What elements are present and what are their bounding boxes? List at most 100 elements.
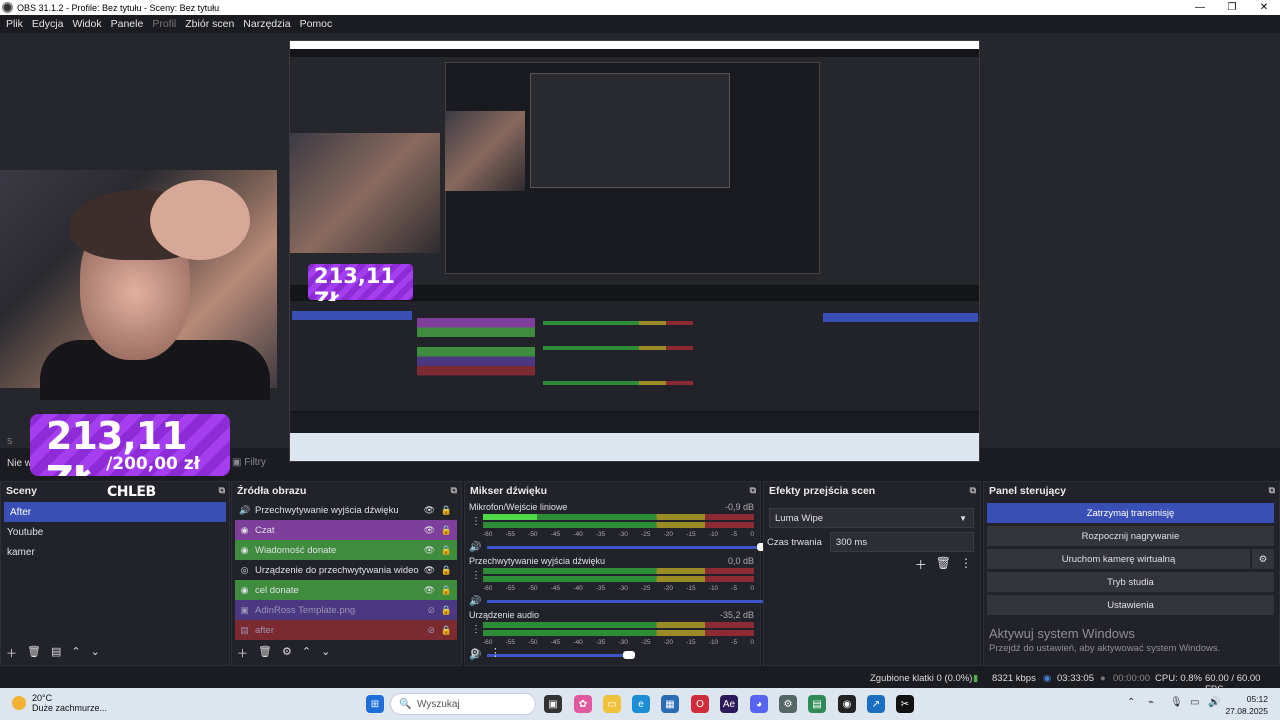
gear-icon[interactable]: ⚙ bbox=[1252, 549, 1274, 569]
obs-icon[interactable]: ◉ bbox=[838, 695, 856, 713]
undock-icon[interactable]: ⧉ bbox=[451, 485, 457, 496]
source-item[interactable]: ◉ Wiadomość donate 👁 🔒 bbox=[235, 540, 457, 560]
menu-narzedzia[interactable]: Narzędzia bbox=[243, 18, 290, 30]
network-icon[interactable]: ⌁ bbox=[1148, 697, 1154, 708]
start-icon[interactable]: ⊞ bbox=[366, 695, 384, 713]
remove-scene-icon[interactable]: 🗑 bbox=[27, 645, 41, 661]
maximize-button[interactable]: ❐ bbox=[1216, 2, 1248, 13]
capcut-icon[interactable]: ✂ bbox=[896, 695, 914, 713]
eye-hidden-icon[interactable]: ⊘ bbox=[427, 605, 435, 616]
lock-icon[interactable]: 🔒 bbox=[441, 625, 452, 636]
eye-icon[interactable]: 👁 bbox=[424, 505, 435, 516]
source-item[interactable]: ◎ Urządzenie do przechwytywania wideo 👁 🔒 bbox=[235, 560, 457, 580]
add-scene-icon[interactable]: ＋ bbox=[6, 645, 17, 661]
minimize-button[interactable]: — bbox=[1184, 2, 1216, 13]
scene-filters-icon[interactable]: ▤ bbox=[51, 645, 61, 661]
volume-slider[interactable] bbox=[487, 650, 635, 659]
move-down-icon[interactable]: ⌄ bbox=[91, 645, 100, 661]
source-item[interactable]: ▤ after ⊘ 🔒 bbox=[235, 620, 457, 640]
undock-icon[interactable]: ⧉ bbox=[970, 485, 976, 496]
eye-icon[interactable]: 👁 bbox=[424, 565, 435, 576]
transition-select[interactable]: Luma Wipe ▼ bbox=[769, 508, 974, 528]
store-icon[interactable]: ▦ bbox=[661, 695, 679, 713]
unlock-icon[interactable]: 🔒 bbox=[441, 525, 452, 536]
volume-icon[interactable]: 🔊 bbox=[1208, 697, 1220, 708]
lock-icon[interactable]: 🔒 bbox=[441, 585, 452, 596]
speaker-icon[interactable]: 🔊 bbox=[469, 542, 481, 553]
scenes-dock: Sceny ⧉ CHLEB After Youtube kamer ＋ 🗑 ▤ ⌃… bbox=[0, 481, 230, 666]
app-icon[interactable]: ↗ bbox=[867, 695, 885, 713]
clock[interactable]: 05:12 27.08.2025 bbox=[1225, 693, 1268, 717]
menu-edycja[interactable]: Edycja bbox=[32, 18, 64, 30]
menu-plik[interactable]: Plik bbox=[6, 18, 23, 30]
tray-chevron-icon[interactable]: ⌃ bbox=[1127, 697, 1135, 708]
virtual-camera-button[interactable]: Uruchom kamerę wirtualną bbox=[987, 549, 1250, 569]
weather-widget[interactable]: 20°C Duże zachmurze... bbox=[12, 693, 107, 713]
copilot-icon[interactable]: ✿ bbox=[574, 695, 592, 713]
lock-icon[interactable]: 🔒 bbox=[441, 605, 452, 616]
source-item[interactable]: ▣ AdinRoss Template.png ⊘ 🔒 bbox=[235, 600, 457, 620]
unlock-icon[interactable]: 🔒 bbox=[441, 565, 452, 576]
menu-pomoc[interactable]: Pomoc bbox=[300, 18, 333, 30]
menu-widok[interactable]: Widok bbox=[72, 18, 101, 30]
undock-icon[interactable]: ⧉ bbox=[1269, 485, 1275, 496]
scene-item-youtube[interactable]: Youtube bbox=[1, 522, 229, 542]
add-transition-icon[interactable]: ＋ bbox=[915, 556, 927, 573]
source-item[interactable]: 🔊 Przechwytywanie wyjścia dźwięku 👁 🔒 bbox=[235, 500, 457, 520]
channel-menu-icon[interactable]: ⋮ bbox=[471, 570, 481, 581]
move-down-icon[interactable]: ⌄ bbox=[321, 645, 330, 661]
duration-input[interactable]: 300 ms bbox=[829, 532, 974, 552]
eye-icon[interactable]: 👁 bbox=[424, 585, 435, 596]
mixer-dock: Mikser dźwięku ⧉ Mikrofon/Wejście liniowe… bbox=[464, 481, 778, 666]
volume-knob[interactable] bbox=[622, 650, 635, 659]
source-item[interactable]: ◉ Czat 👁 🔒 bbox=[235, 520, 457, 540]
move-up-icon[interactable]: ⌃ bbox=[71, 645, 80, 661]
task-view-icon[interactable]: ▣ bbox=[544, 695, 562, 713]
eye-icon[interactable]: 👁 bbox=[424, 525, 435, 536]
eye-icon[interactable]: 👁 bbox=[424, 545, 435, 556]
settings-icon[interactable]: ⚙ bbox=[779, 695, 797, 713]
mixer-channel: Przechwytywanie wyjścia dźwięku 0,0 dB ⋮ -6… bbox=[469, 554, 778, 608]
edge-icon[interactable]: e bbox=[632, 695, 650, 713]
volume-slider[interactable] bbox=[487, 542, 769, 551]
mixer-channel: Urządzenie audio -35,2 dB ⋮ -60 -55 -50 -45 -40… bbox=[469, 608, 754, 662]
remove-source-icon[interactable]: 🗑 bbox=[258, 645, 272, 661]
stop-stream-button[interactable]: Zatrzymaj transmisję bbox=[987, 503, 1274, 523]
filters-button[interactable]: ▣ Filtry bbox=[232, 457, 266, 468]
move-up-icon[interactable]: ⌃ bbox=[302, 645, 311, 661]
notes-icon[interactable]: ▤ bbox=[808, 695, 826, 713]
opera-icon[interactable]: O bbox=[691, 695, 709, 713]
source-item[interactable]: ◉ cel donate 👁 🔒 bbox=[235, 580, 457, 600]
scene-item-kamer[interactable]: kamer bbox=[1, 542, 229, 562]
speaker-icon[interactable]: 🔊 bbox=[469, 596, 481, 607]
source-properties-icon[interactable]: ⚙ bbox=[282, 645, 292, 661]
file-explorer-icon[interactable]: ▭ bbox=[603, 695, 621, 713]
eye-hidden-icon[interactable]: ⊘ bbox=[427, 625, 435, 636]
record-time: 00:00:00 bbox=[1113, 673, 1150, 684]
transition-menu-icon[interactable]: ⋮ bbox=[960, 556, 972, 573]
channel-menu-icon[interactable]: ⋮ bbox=[471, 516, 481, 527]
close-button[interactable]: ✕ bbox=[1248, 2, 1280, 13]
display-icon[interactable]: ▭ bbox=[1190, 697, 1199, 708]
remove-transition-icon[interactable]: 🗑 bbox=[936, 556, 951, 573]
add-source-icon[interactable]: ＋ bbox=[237, 645, 248, 661]
discord-icon[interactable]: ◕ bbox=[750, 695, 768, 713]
studio-mode-button[interactable]: Tryb studia bbox=[987, 572, 1274, 592]
advanced-audio-icon[interactable]: ⚙ bbox=[470, 646, 480, 659]
mixer-menu-icon[interactable]: ⋮ bbox=[490, 646, 501, 659]
menu-profil[interactable]: Profil bbox=[152, 18, 176, 30]
menu-zbior-scen[interactable]: Zbiór scen bbox=[185, 18, 234, 30]
unlock-icon[interactable]: 🔒 bbox=[441, 505, 452, 516]
start-recording-button[interactable]: Rozpocznij nagrywanie bbox=[987, 526, 1274, 546]
scene-item-after[interactable]: After bbox=[4, 502, 226, 522]
undock-icon[interactable]: ⧉ bbox=[219, 485, 225, 496]
menu-panele[interactable]: Panele bbox=[111, 18, 144, 30]
settings-button[interactable]: Ustawienia bbox=[987, 595, 1274, 615]
search-box[interactable]: 🔍 Wyszukaj bbox=[390, 693, 536, 715]
after-effects-icon[interactable]: Ae bbox=[720, 695, 738, 713]
microphone-icon[interactable]: 🎙 bbox=[1170, 697, 1183, 708]
lock-icon[interactable]: 🔒 bbox=[441, 545, 452, 556]
channel-menu-icon[interactable]: ⋮ bbox=[471, 624, 481, 635]
volume-slider[interactable] bbox=[487, 596, 778, 605]
undock-icon[interactable]: ⧉ bbox=[750, 485, 756, 496]
